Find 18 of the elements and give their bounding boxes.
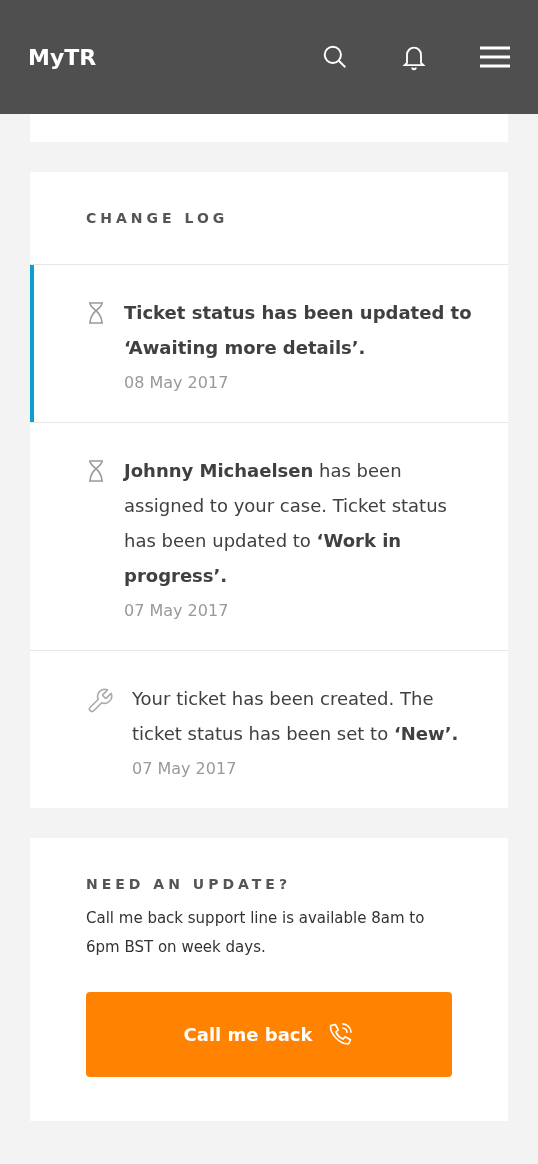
support-text: Call me back support line is available 8am to 6pm BST on week days.	[86, 908, 426, 958]
section-title: CHANGE LOG	[86, 210, 229, 226]
logo: MyTR	[28, 44, 98, 70]
log-text: Johnny Michaelsen has been assigned to your case. Ticket status has been updated to ‘Work in progress’.	[124, 459, 448, 588]
section-title: NEED AN UPDATE?	[86, 876, 292, 892]
log-text: Ticket status has been updated to ‘Awaiting more details’.	[124, 301, 473, 360]
log-date: 07 May 2017	[132, 759, 238, 778]
search-icon	[322, 44, 348, 70]
wrench-icon	[86, 687, 114, 715]
search-button[interactable]	[322, 44, 348, 70]
log-text: Your ticket has been created. The ticket status has been set to ‘New’.	[132, 687, 460, 746]
menu-button[interactable]	[480, 46, 510, 68]
hourglass-icon	[86, 301, 106, 325]
log-date: 08 May 2017	[124, 373, 230, 392]
menu-icon	[480, 46, 510, 68]
hourglass-icon	[86, 459, 106, 483]
call-me-back-button[interactable]: Call me back	[86, 992, 452, 1077]
log-date: 07 May 2017	[124, 601, 230, 620]
